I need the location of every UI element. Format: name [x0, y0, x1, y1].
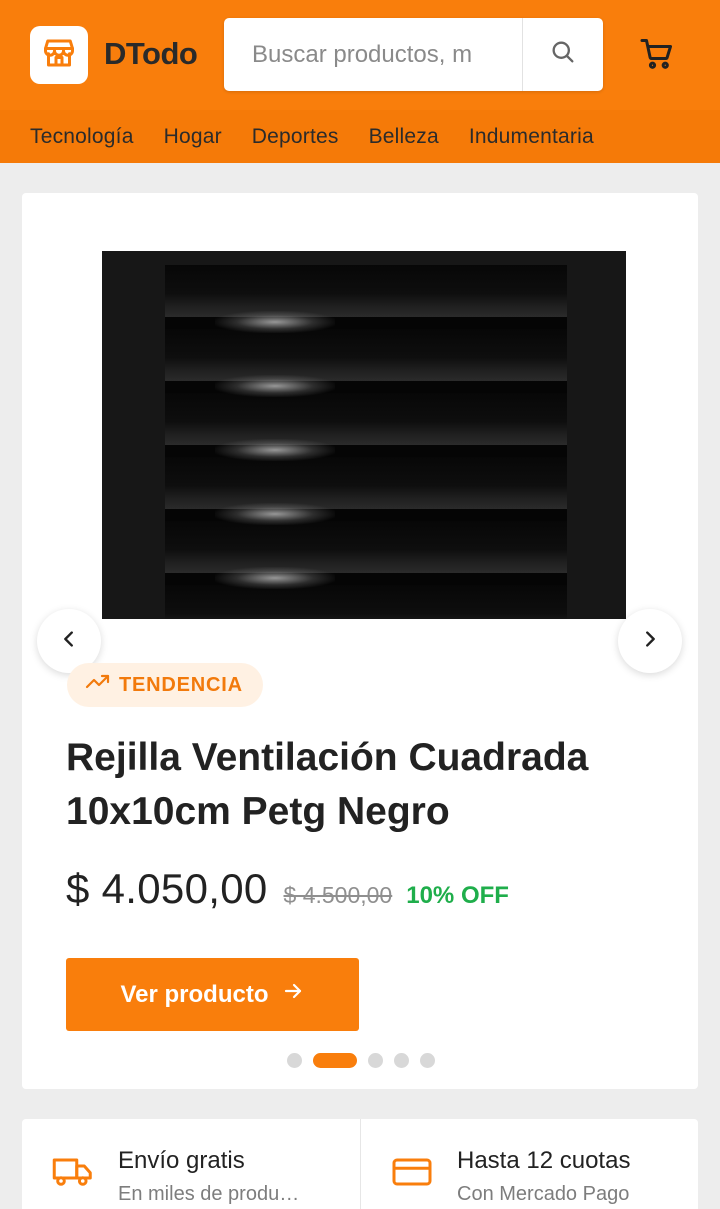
carousel-next-button[interactable]: [618, 609, 682, 673]
carousel-pagination: [287, 1052, 435, 1068]
category-nav: Tecnología Hogar Deportes Belleza Indume…: [0, 110, 720, 163]
carousel-dot[interactable]: [368, 1052, 383, 1068]
original-price: $ 4.500,00: [283, 882, 393, 908]
chevron-right-icon: [639, 628, 661, 655]
product-carousel-card: TENDENCIA Rejilla Ventilación Cuadrada 1…: [22, 193, 698, 1089]
grille-image-body: [165, 265, 567, 619]
carousel-dot[interactable]: [313, 1052, 357, 1068]
discount-label: 10% OFF: [406, 882, 509, 909]
feature-strip: Envío gratis En miles de produ… Hasta 12…: [22, 1119, 698, 1209]
cart-icon: [638, 36, 676, 77]
truck-icon: [52, 1155, 94, 1194]
feature-subtitle: Con Mercado Pago: [457, 1183, 630, 1205]
trending-up-icon: [85, 672, 111, 698]
feature-subtitle: En miles de produ…: [118, 1183, 300, 1205]
view-product-label: Ver producto: [120, 980, 269, 1008]
feature-installments: Hasta 12 cuotas Con Mercado Pago: [360, 1119, 698, 1209]
badge-label: TENDENCIA: [119, 673, 243, 696]
search-bar: [224, 18, 603, 91]
view-product-button[interactable]: Ver producto: [66, 958, 359, 1031]
arrow-right-icon: [281, 979, 305, 1010]
category-indumentaria[interactable]: Indumentaria: [469, 125, 594, 149]
store-icon: [41, 35, 77, 76]
feature-title: Envío gratis: [118, 1147, 245, 1174]
carousel-dot[interactable]: [394, 1052, 409, 1068]
price-row: $ 4.050,00 $ 4.500,00 10% OFF: [66, 865, 509, 925]
feature-free-shipping: Envío gratis En miles de produ…: [22, 1119, 360, 1209]
carousel-dot[interactable]: [287, 1052, 302, 1068]
app-header: DTodo: [0, 0, 720, 110]
search-button[interactable]: [522, 18, 603, 91]
category-hogar[interactable]: Hogar: [164, 125, 222, 149]
credit-card-icon: [391, 1155, 433, 1194]
product-image[interactable]: [102, 251, 626, 619]
cart-button[interactable]: [636, 36, 678, 76]
chevron-left-icon: [58, 628, 80, 655]
carousel-dot[interactable]: [420, 1052, 435, 1068]
search-icon: [549, 38, 577, 71]
trending-badge: TENDENCIA: [67, 663, 263, 707]
category-belleza[interactable]: Belleza: [369, 125, 439, 149]
feature-title: Hasta 12 cuotas: [457, 1147, 631, 1174]
brand-logo[interactable]: [30, 26, 88, 84]
current-price: $ 4.050,00: [66, 865, 268, 912]
brand-name[interactable]: DTodo: [104, 36, 198, 72]
category-deportes[interactable]: Deportes: [252, 125, 339, 149]
search-input[interactable]: [224, 18, 522, 91]
category-tecnologia[interactable]: Tecnología: [30, 125, 134, 149]
product-title[interactable]: Rejilla Ventilación Cuadrada 10x10cm Pet…: [66, 731, 666, 839]
